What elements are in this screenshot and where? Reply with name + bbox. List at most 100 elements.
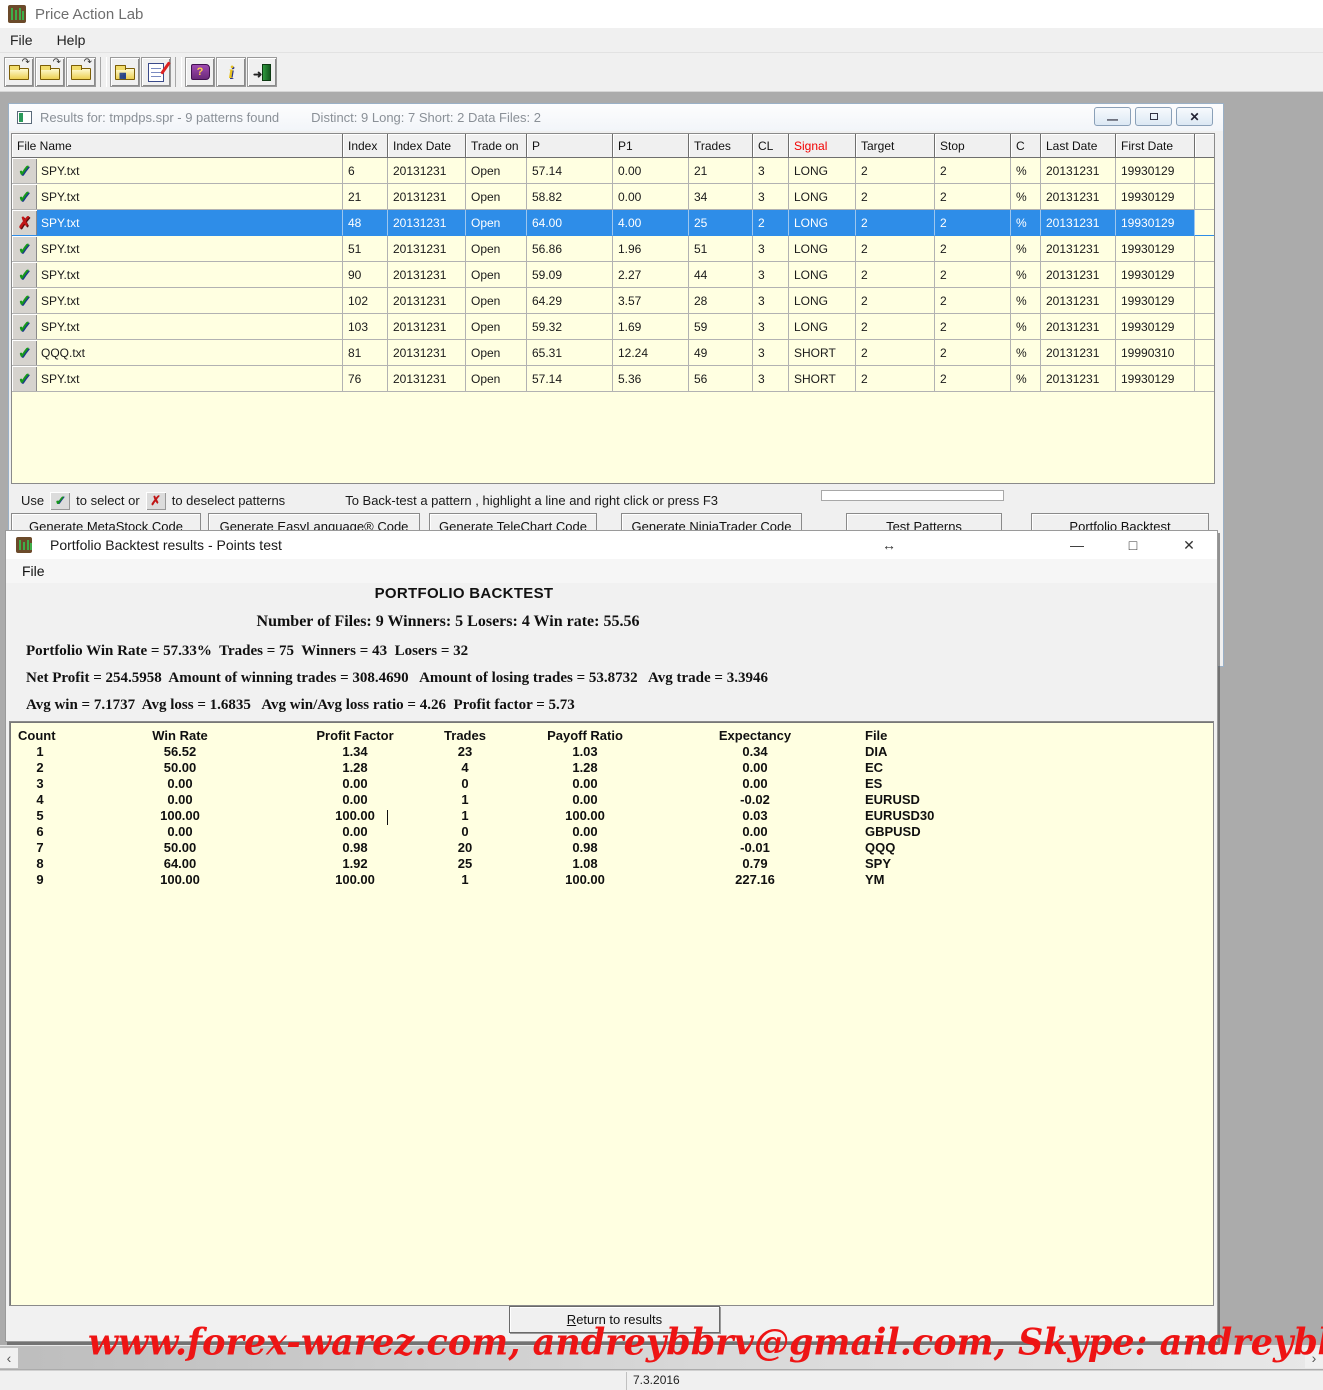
column-header-trade-on[interactable]: Trade on — [466, 134, 527, 158]
cell: 2.27 — [613, 262, 689, 288]
exit-button[interactable]: ➜ — [247, 57, 277, 87]
bt-cell: 1.03 — [510, 744, 660, 760]
bt-cell: 0 — [420, 824, 510, 840]
cell: 3 — [753, 262, 789, 288]
pattern-row[interactable]: ✓SPY.txt9020131231Open59.092.27443LONG22… — [12, 262, 1214, 288]
cell: 64.29 — [527, 288, 613, 314]
column-header-c[interactable]: C — [1011, 134, 1041, 158]
results-window-icon — [17, 111, 32, 124]
bt-cell: 50.00 — [70, 840, 290, 856]
check-icon[interactable]: ✓ — [12, 288, 37, 314]
check-icon[interactable]: ✓ — [12, 262, 37, 288]
cell: 20131231 — [388, 184, 466, 210]
column-header-first-date[interactable]: First Date — [1116, 134, 1195, 158]
x-icon[interactable]: ✗ — [12, 210, 37, 236]
resize-arrows-icon[interactable]: ↔ — [861, 531, 917, 559]
cell: 2 — [856, 210, 935, 236]
bt-cell: 0.00 — [70, 824, 290, 840]
column-header-p1[interactable]: P1 — [613, 134, 689, 158]
bt-cell: 100.00 — [70, 808, 290, 824]
app-titlebar[interactable]: Price Action Lab — [0, 0, 1323, 28]
check-icon[interactable]: ✓ — [12, 184, 37, 210]
results-close-button[interactable]: ✕ — [1176, 107, 1213, 126]
pattern-row[interactable]: ✓SPY.txt2120131231Open58.820.00343LONG22… — [12, 184, 1214, 210]
column-header-trades[interactable]: Trades — [689, 134, 753, 158]
open-folder-button-3[interactable] — [66, 57, 96, 87]
cell: LONG — [789, 158, 856, 184]
cell: 20131231 — [1041, 340, 1116, 366]
edit-notes-button[interactable] — [141, 57, 171, 87]
scroll-left-arrow-icon[interactable]: ‹ — [0, 1348, 18, 1368]
cell: 56 — [689, 366, 753, 392]
cell: 3 — [753, 314, 789, 340]
pattern-row[interactable]: ✓QQQ.txt8120131231Open65.3112.24493SHORT… — [12, 340, 1214, 366]
cell: LONG — [789, 262, 856, 288]
cell: Open — [466, 184, 527, 210]
bt-cell: QQQ — [850, 840, 1213, 856]
column-header-last-date[interactable]: Last Date — [1041, 134, 1116, 158]
results-restore-button[interactable] — [1135, 107, 1172, 126]
cell: % — [1011, 314, 1041, 340]
bt-column-header-file: File — [850, 728, 1213, 744]
bt-cell: 0.00 — [290, 776, 420, 792]
about-button[interactable]: i — [216, 57, 246, 87]
cell: 20131231 — [1041, 210, 1116, 236]
backtest-menu-item-file[interactable]: File — [22, 563, 45, 579]
column-header-signal[interactable]: Signal — [789, 134, 856, 158]
cell: LONG — [789, 236, 856, 262]
cell: LONG — [789, 184, 856, 210]
bt-result-row: 156.521.34231.030.34DIA — [10, 744, 1213, 760]
per-file-results-header: CountWin RateProfit FactorTradesPayoff R… — [10, 728, 1213, 744]
bt-cell: 0.00 — [660, 824, 850, 840]
pattern-row[interactable]: ✓SPY.txt5120131231Open56.861.96513LONG22… — [12, 236, 1214, 262]
cell: 19930129 — [1116, 262, 1195, 288]
cell: 2 — [856, 340, 935, 366]
column-header-target[interactable]: Target — [856, 134, 935, 158]
file-name: SPY.txt — [37, 216, 79, 230]
results-minimize-button[interactable]: — — [1094, 107, 1131, 126]
bt-cell: 9 — [10, 872, 70, 888]
column-header-stop[interactable]: Stop — [935, 134, 1011, 158]
statusbar-separator — [626, 1372, 627, 1390]
backtest-maximize-button[interactable]: □ — [1105, 531, 1161, 559]
backtest-close-button[interactable]: ✕ — [1161, 531, 1217, 559]
menu-item-help[interactable]: Help — [57, 32, 86, 48]
check-icon[interactable]: ✓ — [12, 366, 37, 392]
column-header-index[interactable]: Index — [343, 134, 388, 158]
check-icon[interactable]: ✓ — [12, 340, 37, 366]
open-folder-icon — [40, 68, 60, 80]
help-button[interactable]: ? — [185, 57, 215, 87]
scan-folder-button[interactable]: ▦ — [110, 57, 140, 87]
cell: 2 — [935, 184, 1011, 210]
check-icon[interactable]: ✓ — [12, 314, 37, 340]
results-window-titlebar[interactable]: Results for: tmpdps.spr - 9 patterns fou… — [9, 104, 1223, 131]
cell: 49 — [689, 340, 753, 366]
results-window-title: Results for: tmpdps.spr - 9 patterns fou… — [40, 110, 279, 125]
backtest-minimize-button[interactable]: — — [1049, 531, 1105, 559]
bt-cell: 4 — [420, 760, 510, 776]
check-icon[interactable]: ✓ — [12, 236, 37, 262]
patterns-table: File NameIndexIndex DateTrade onPP1Trade… — [11, 133, 1215, 484]
backtest-menubar: File — [6, 559, 1217, 583]
column-header-p[interactable]: P — [527, 134, 613, 158]
pattern-row[interactable]: ✓SPY.txt7620131231Open57.145.36563SHORT2… — [12, 366, 1214, 392]
menu-item-file[interactable]: File — [10, 32, 33, 48]
column-header-cl[interactable]: CL — [753, 134, 789, 158]
open-folder-button-1[interactable] — [4, 57, 34, 87]
pattern-row[interactable]: ✓SPY.txt620131231Open57.140.00213LONG22%… — [12, 158, 1214, 184]
cell: 20131231 — [1041, 314, 1116, 340]
per-file-results-list[interactable]: CountWin RateProfit FactorTradesPayoff R… — [9, 721, 1214, 1306]
app-logo-icon — [8, 5, 26, 23]
pattern-row[interactable]: ✗SPY.txt4820131231Open64.004.00252LONG22… — [12, 210, 1214, 236]
open-folder-button-2[interactable] — [35, 57, 65, 87]
backtest-window-titlebar[interactable]: Portfolio Backtest results - Points test… — [6, 531, 1217, 559]
column-header-file-name[interactable]: File Name — [12, 134, 343, 158]
cell: Open — [466, 314, 527, 340]
column-header-index-date[interactable]: Index Date — [388, 134, 466, 158]
text-caret — [387, 810, 388, 825]
cell: LONG — [789, 314, 856, 340]
pattern-row[interactable]: ✓SPY.txt10320131231Open59.321.69593LONG2… — [12, 314, 1214, 340]
pattern-row[interactable]: ✓SPY.txt10220131231Open64.293.57283LONG2… — [12, 288, 1214, 314]
check-icon[interactable]: ✓ — [12, 158, 37, 184]
cell: 2 — [935, 314, 1011, 340]
